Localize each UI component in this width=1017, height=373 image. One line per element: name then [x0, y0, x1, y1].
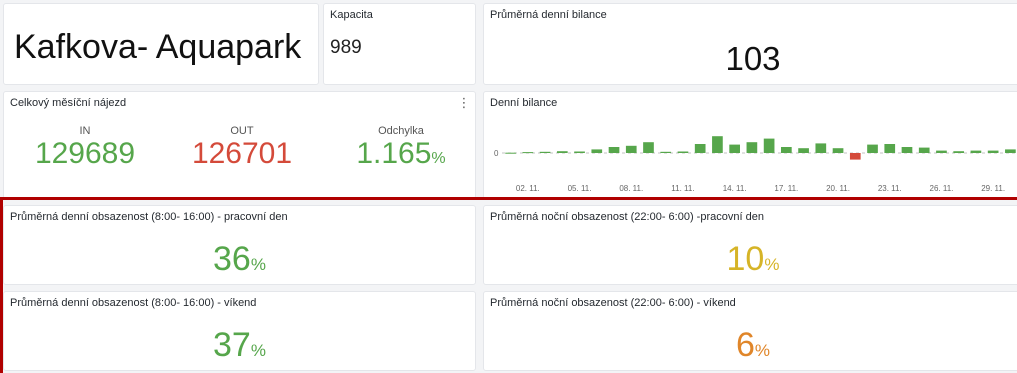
day-weekend-value: 37% — [4, 328, 475, 368]
out-label: OUT — [230, 125, 254, 137]
chart-bar[interactable] — [643, 142, 654, 153]
denni-bilance-chart: 0 02. 11. 05. 11. 08. 11. 11. 11. 14. 11. 17. … — [494, 136, 1017, 193]
chart-bar[interactable] — [953, 151, 965, 153]
more-vertical-icon[interactable]: ⋮ — [457, 95, 471, 111]
day-weekend-number: 37 — [213, 326, 251, 364]
panel-title: Průměrná denní bilance — [490, 9, 607, 21]
x-tick-label: 05. 11. — [568, 184, 592, 193]
chart-bar[interactable] — [539, 151, 551, 153]
chart-bar[interactable] — [798, 148, 809, 153]
prumerna-bilance-panel: Průměrná denní bilance 103 — [483, 3, 1017, 85]
chart-bar[interactable] — [901, 147, 913, 153]
kapacita-panel: Kapacita 989 — [323, 3, 476, 85]
x-tick-label: 23. 11. — [878, 184, 902, 193]
x-tick-label: 08. 11. — [619, 184, 643, 193]
odchylka-stat: Odchylka 1.165% — [336, 125, 466, 174]
chart-bar[interactable] — [763, 138, 775, 153]
chart-bar[interactable] — [987, 150, 999, 153]
chart-bar[interactable] — [849, 153, 861, 160]
night-workday-panel: Průměrná noční obsazenost (22:00- 6:00) … — [483, 205, 1017, 285]
x-tick-label: 17. 11. — [774, 184, 798, 193]
chart-bar[interactable] — [574, 151, 585, 154]
in-value: 129689 — [34, 137, 136, 170]
y-tick-label: 0 — [494, 149, 499, 158]
out-value: 126701 — [191, 137, 293, 170]
panel-title: Průměrná noční obsazenost (22:00- 6:00) … — [490, 297, 736, 309]
chart-bar[interactable] — [608, 147, 620, 153]
x-tick-label: 02. 11. — [516, 184, 540, 193]
chart-bar[interactable] — [712, 136, 723, 153]
panel-title: Průměrná noční obsazenost (22:00- 6:00) … — [490, 211, 764, 223]
day-weekend-panel: Průměrná denní obsazenost (8:00- 16:00) … — [3, 291, 476, 371]
chart-bar[interactable] — [884, 144, 896, 153]
percent-unit: % — [250, 255, 266, 274]
chart-bar[interactable] — [660, 151, 672, 153]
chart-bar[interactable] — [918, 147, 930, 153]
chart-bar[interactable] — [815, 143, 827, 153]
title-panel: Kafkova- Aquapark — [3, 3, 319, 85]
panel-title: Průměrná denní obsazenost (8:00- 16:00) … — [10, 211, 288, 223]
chart-bar[interactable] — [936, 150, 947, 153]
percent-unit: % — [764, 255, 780, 274]
x-tick-label: 11. 11. — [671, 184, 694, 193]
day-workday-panel: Průměrná denní obsazenost (8:00- 16:00) … — [3, 205, 476, 285]
chart-bar[interactable] — [970, 150, 982, 153]
night-weekend-number: 6 — [735, 326, 755, 364]
percent-unit: % — [250, 341, 266, 360]
dashboard-title: Kafkova- Aquapark — [14, 28, 302, 66]
percent-unit: % — [431, 150, 446, 167]
chart-bar[interactable] — [867, 144, 878, 153]
odchylka-number: 1.165 — [356, 137, 432, 170]
chart-bar[interactable] — [694, 144, 706, 153]
x-tick-label: 29. 11. — [981, 184, 1005, 193]
odchylka-value: 1.165% — [336, 139, 466, 174]
chart-bar[interactable] — [556, 151, 568, 153]
chart-bar[interactable] — [522, 152, 534, 154]
percent-unit: % — [754, 341, 771, 360]
chart-bar[interactable] — [591, 149, 603, 153]
x-tick-label: 20. 11. — [826, 184, 850, 193]
night-workday-value: 10% — [484, 242, 1017, 282]
chart-bar[interactable] — [677, 151, 689, 154]
chart-bar[interactable] — [781, 147, 792, 153]
chart-bar[interactable] — [729, 144, 740, 153]
x-tick-label: 26. 11. — [930, 184, 954, 193]
out-stat: OUT 126701 — [177, 125, 307, 169]
panel-title: Celkový měsíční nájezd — [10, 97, 127, 109]
chart-bar[interactable] — [1005, 149, 1016, 153]
night-workday-number: 10 — [726, 240, 765, 278]
night-weekend-value: 6% — [484, 328, 1017, 368]
night-weekend-panel: Průměrná noční obsazenost (22:00- 6:00) … — [483, 291, 1017, 371]
prumerna-bilance-value: 103 — [725, 40, 781, 77]
in-stat: IN 129689 — [20, 125, 150, 169]
mesicni-najezd-panel: Celkový měsíční nájezd ⋮ IN 129689 OUT 1… — [3, 91, 476, 199]
x-tick-label: 14. 11. — [723, 184, 747, 193]
panel-title: Průměrná denní obsazenost (8:00- 16:00) … — [10, 297, 257, 309]
denni-bilance-panel: Denní bilance 0 02. 11. 05. 11. 08. 11. 11. … — [483, 91, 1017, 199]
chart-bar[interactable] — [746, 142, 758, 153]
chart-bar[interactable] — [832, 148, 844, 153]
chart-bar[interactable] — [625, 145, 637, 153]
day-workday-number: 36 — [213, 240, 251, 278]
chart-bar[interactable] — [505, 152, 516, 154]
panel-title: Kapacita — [330, 9, 373, 21]
kapacita-value: 989 — [330, 37, 362, 58]
odchylka-label: Odchylka — [378, 125, 424, 137]
in-label: IN — [79, 125, 91, 137]
day-workday-value: 36% — [4, 242, 475, 282]
